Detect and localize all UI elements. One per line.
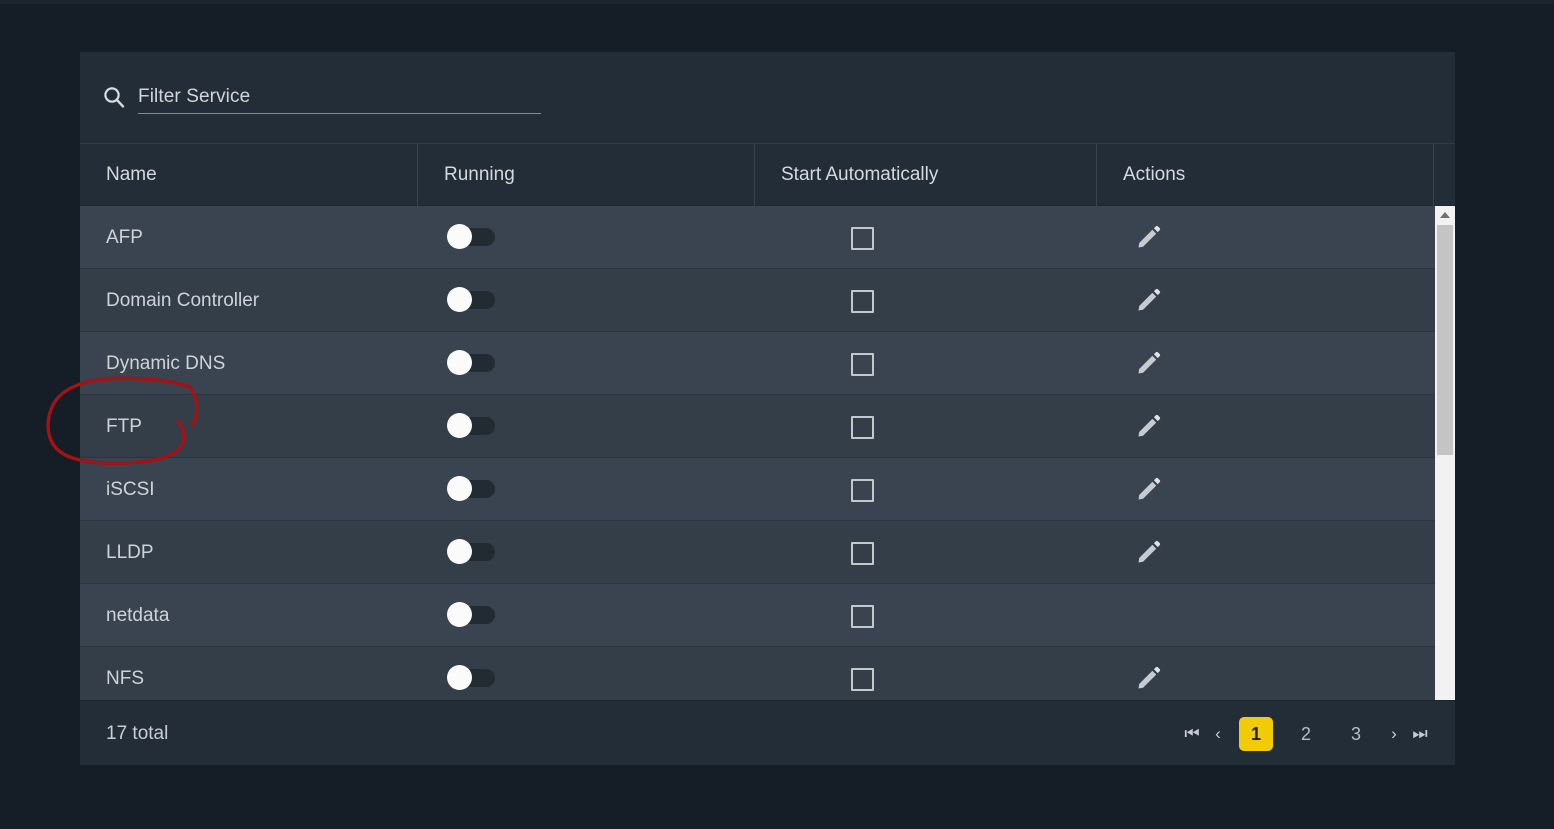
start-automatically-checkbox[interactable] xyxy=(851,353,874,376)
start-automatically-checkbox[interactable] xyxy=(851,290,874,313)
start-automatically-checkbox[interactable] xyxy=(851,668,874,691)
table-row[interactable]: FTP xyxy=(80,395,1435,458)
column-header-start-automatically[interactable]: Start Automatically xyxy=(754,144,1096,206)
toggle-knob xyxy=(447,287,472,312)
table-scrollbar[interactable] xyxy=(1435,206,1455,760)
services-card: Name Running Start Automatically Actions… xyxy=(80,52,1455,765)
service-name: netdata xyxy=(106,605,170,626)
table-row[interactable]: AFP xyxy=(80,206,1435,269)
service-name: iSCSI xyxy=(106,479,155,500)
pagination-page-1-active[interactable]: 1 xyxy=(1239,716,1273,751)
running-toggle[interactable] xyxy=(447,476,495,501)
edit-pencil-icon[interactable] xyxy=(1135,475,1163,503)
pagination-next-button[interactable]: › xyxy=(1381,717,1407,751)
toggle-knob xyxy=(447,476,472,501)
toggle-knob xyxy=(447,413,472,438)
edit-pencil-icon[interactable] xyxy=(1135,286,1163,314)
edit-pencil-icon[interactable] xyxy=(1135,664,1163,692)
service-name: AFP xyxy=(106,227,143,248)
filter-toolbar xyxy=(80,52,1455,143)
search-input[interactable] xyxy=(138,82,541,111)
table-row[interactable]: netdata xyxy=(80,584,1435,647)
toggle-knob xyxy=(447,539,472,564)
running-toggle[interactable] xyxy=(447,350,495,375)
running-toggle[interactable] xyxy=(447,224,495,249)
total-count-label: 17 total xyxy=(106,723,169,744)
service-name: Dynamic DNS xyxy=(106,353,226,374)
table-row[interactable]: iSCSI xyxy=(80,458,1435,521)
toggle-knob xyxy=(447,350,472,375)
toggle-knob xyxy=(447,602,472,627)
edit-pencil-icon[interactable] xyxy=(1135,412,1163,440)
running-toggle[interactable] xyxy=(447,413,495,438)
edit-pencil-icon[interactable] xyxy=(1135,538,1163,566)
edit-pencil-icon[interactable] xyxy=(1135,223,1163,251)
running-toggle[interactable] xyxy=(447,665,495,690)
table-header: Name Running Start Automatically Actions xyxy=(80,143,1455,206)
column-header-name[interactable]: Name xyxy=(80,144,417,206)
table-body: AFP Domain Controller Dynamic DNS FTP iSCSI L… xyxy=(80,206,1435,760)
running-toggle[interactable] xyxy=(447,539,495,564)
pagination-last-button[interactable]: ⏭ xyxy=(1407,717,1433,751)
scroll-up-arrow-icon[interactable] xyxy=(1435,206,1455,223)
table-row[interactable]: Domain Controller xyxy=(80,269,1435,332)
running-toggle[interactable] xyxy=(447,287,495,312)
search-icon xyxy=(103,86,125,108)
service-name: LLDP xyxy=(106,542,154,563)
start-automatically-checkbox[interactable] xyxy=(851,605,874,628)
start-automatically-checkbox[interactable] xyxy=(851,479,874,502)
column-header-spacer xyxy=(1433,144,1455,206)
top-strip xyxy=(0,0,1554,4)
scrollbar-thumb[interactable] xyxy=(1437,225,1453,455)
pagination: ⏮ ‹ 1 2 3 › ⏭ xyxy=(1179,701,1433,765)
edit-pencil-icon[interactable] xyxy=(1135,349,1163,377)
start-automatically-checkbox[interactable] xyxy=(851,542,874,565)
search-input-wrapper[interactable] xyxy=(138,82,541,114)
start-automatically-checkbox[interactable] xyxy=(851,227,874,250)
toggle-knob xyxy=(447,224,472,249)
service-name: FTP xyxy=(106,416,142,437)
pagination-prev-button[interactable]: ‹ xyxy=(1205,717,1231,751)
table-footer: 17 total ⏮ ‹ 1 2 3 › ⏭ xyxy=(80,700,1455,765)
service-name: Domain Controller xyxy=(106,290,260,311)
column-header-running[interactable]: Running xyxy=(417,144,754,206)
app-root: Name Running Start Automatically Actions… xyxy=(0,0,1554,829)
toggle-knob xyxy=(447,665,472,690)
pagination-page-3[interactable]: 3 xyxy=(1331,717,1381,751)
pagination-first-button[interactable]: ⏮ xyxy=(1179,717,1205,751)
start-automatically-checkbox[interactable] xyxy=(851,416,874,439)
table-row[interactable]: LLDP xyxy=(80,521,1435,584)
column-header-actions[interactable]: Actions xyxy=(1096,144,1433,206)
table-row[interactable]: Dynamic DNS xyxy=(80,332,1435,395)
pagination-page-2[interactable]: 2 xyxy=(1281,717,1331,751)
running-toggle[interactable] xyxy=(447,602,495,627)
